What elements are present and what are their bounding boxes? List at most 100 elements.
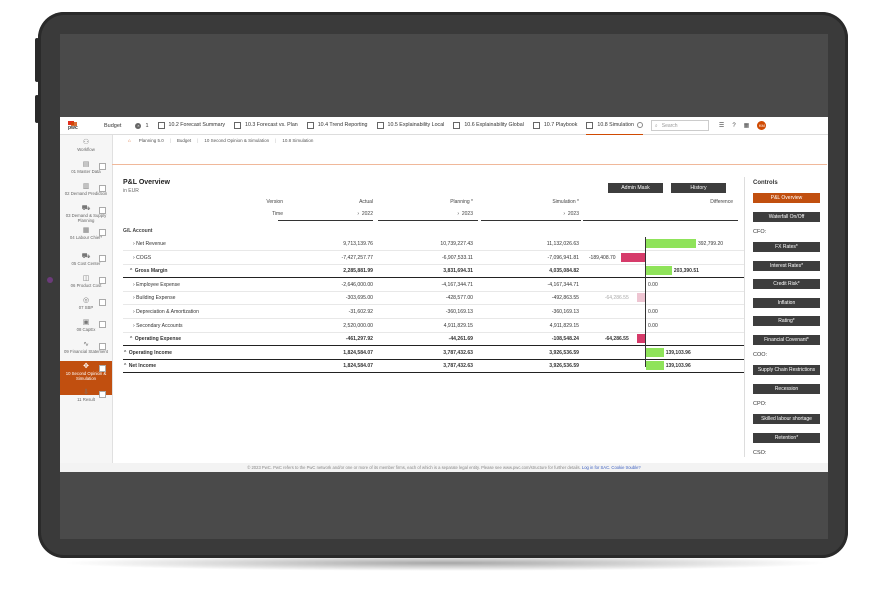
tab-checkbox[interactable] bbox=[234, 121, 242, 129]
cell-simulation: 11,132,026.63 bbox=[546, 241, 579, 247]
nav-checkbox[interactable] bbox=[99, 365, 106, 372]
tab-checkbox[interactable] bbox=[376, 121, 384, 129]
row-label[interactable]: ⌃ Net Income bbox=[123, 363, 156, 369]
nav-item-2[interactable]: ▤ 01 Master Data bbox=[60, 159, 112, 179]
row-label[interactable]: › COGS bbox=[133, 255, 151, 261]
avatar[interactable]: KM bbox=[757, 121, 767, 130]
nav-item-9[interactable]: ▣ 08 CapEx bbox=[60, 317, 112, 337]
cell-actual: 1,824,584.07 bbox=[343, 349, 373, 356]
tab-10-5-explainability-local[interactable]: 10.5 Explainability Local bbox=[376, 117, 444, 134]
col-planning-time[interactable]: › 2023 bbox=[423, 211, 473, 217]
control-button-rating-[interactable]: Rating* bbox=[753, 316, 820, 326]
row-label[interactable]: › Employee Expense bbox=[133, 282, 180, 288]
control-button-retention-[interactable]: Retention* bbox=[753, 432, 820, 443]
control-button-financial-covenant-[interactable]: Financial Covenant* bbox=[753, 334, 820, 345]
cell-actual: 1,824,584.07 bbox=[343, 363, 373, 370]
tablet-side-button bbox=[35, 95, 39, 123]
row-label[interactable]: › Building Expense bbox=[133, 295, 176, 301]
document-icon: ▣ bbox=[82, 319, 90, 326]
home-icon[interactable]: ⌂ bbox=[128, 138, 131, 143]
nav-checkbox[interactable] bbox=[99, 229, 106, 236]
difference-label: 0.00 bbox=[648, 309, 658, 315]
coin-icon: ◎ bbox=[82, 297, 90, 304]
row-label[interactable]: ⌃ Gross Margin bbox=[129, 268, 168, 274]
control-button-supply-chain-restrictions[interactable]: Supply Chain Restrictions bbox=[753, 365, 820, 375]
search-input[interactable]: ⌕ Search bbox=[650, 120, 709, 131]
row-label[interactable]: › Secondary Accounts bbox=[133, 323, 183, 329]
tab-10-2-forecast-summary[interactable]: 10.2 Forecast Summary bbox=[157, 117, 225, 134]
tab-checkbox[interactable] bbox=[306, 121, 314, 129]
control-button-waterfall-on-off[interactable]: Waterfall On/Off bbox=[753, 211, 820, 222]
control-button-skilled-labour-shortage[interactable]: Skilled labour shortage bbox=[753, 414, 820, 424]
tab-checkbox[interactable] bbox=[532, 121, 540, 129]
control-button-fx-rates-[interactable]: FX Rates* bbox=[753, 242, 820, 252]
nav-checkbox[interactable] bbox=[99, 207, 106, 214]
nav-item-4[interactable]: ⛟ 03 Demand & Supply Planning bbox=[60, 203, 112, 225]
truck-icon: ⛟ bbox=[81, 253, 91, 260]
header-row-version: Version Actual Planning * Simulation * D… bbox=[266, 199, 733, 205]
cell-actual: -7,427,257.77 bbox=[341, 254, 373, 261]
help-icon[interactable]: ? bbox=[732, 123, 735, 129]
tab-checkbox[interactable] bbox=[586, 121, 594, 129]
tablet-screen: pwc Budget × 1 10.2 Forecast Summary 10.3… bbox=[60, 34, 828, 539]
tab-10-7-playbook[interactable]: 10.7 Playbook bbox=[532, 117, 577, 134]
nav-checkbox[interactable] bbox=[99, 277, 106, 284]
control-button-interest-rates-[interactable]: Interest Rates* bbox=[753, 260, 820, 271]
row-label[interactable]: › Depreciation & Amortization bbox=[133, 309, 199, 315]
breadcrumb-item[interactable]: Budget bbox=[177, 138, 191, 143]
column-underline bbox=[583, 220, 738, 222]
tab-checkbox[interactable] bbox=[453, 121, 461, 129]
control-button-recession[interactable]: Recession bbox=[753, 383, 820, 394]
nav-checkbox[interactable] bbox=[99, 343, 106, 350]
control-button-inflation[interactable]: Inflation bbox=[753, 297, 820, 308]
pl-overview-panel: P&L Overview in EUR Admin Mask History V… bbox=[118, 177, 758, 460]
tab-10-8-simulation[interactable]: 10.8 Simulation bbox=[586, 117, 643, 135]
move-icon: ✥ bbox=[83, 363, 89, 370]
tab-10-4-trend-reporting[interactable]: 10.4 Trend Reporting bbox=[306, 117, 368, 134]
cell-simulation: 4,035,084.82 bbox=[549, 268, 579, 275]
nav-checkbox[interactable] bbox=[99, 321, 106, 328]
tab-10-3-forecast-vs-plan[interactable]: 10.3 Forecast vs. Plan bbox=[234, 117, 298, 134]
column-underline bbox=[378, 220, 478, 222]
history-button[interactable]: History bbox=[671, 183, 726, 193]
menu-icon[interactable]: ☰ bbox=[719, 122, 724, 129]
nav-checkbox[interactable] bbox=[99, 391, 106, 398]
footer: © 2023 PwC. PwC refers to the PwC networ… bbox=[60, 463, 828, 472]
nav-item-6[interactable]: ⛟ 05 Cost Center bbox=[60, 251, 112, 271]
nav-checkbox[interactable] bbox=[99, 163, 106, 170]
column-underline bbox=[278, 220, 373, 222]
nav-checkbox[interactable] bbox=[99, 299, 106, 306]
difference-label: -189,408.70 bbox=[588, 254, 616, 261]
col-actual-time[interactable]: › 2022 bbox=[323, 211, 373, 217]
control-button-credit-risk-[interactable]: Credit Risk* bbox=[753, 279, 820, 289]
nav-item-8[interactable]: ◎ 07 SBP bbox=[60, 295, 112, 315]
tab-checkbox[interactable] bbox=[157, 121, 165, 129]
grid-icon[interactable]: ▦ bbox=[744, 122, 750, 129]
row-label[interactable]: ⌃ Operating Income bbox=[123, 350, 172, 356]
control-button-p-l-overview[interactable]: P&L Overview bbox=[753, 193, 820, 203]
admin-mask-button[interactable]: Admin Mask bbox=[608, 183, 663, 193]
breadcrumb-item[interactable]: 10.8 Simulation bbox=[282, 138, 313, 143]
nav-item-10[interactable]: ∿ 09 Financial Statement bbox=[60, 339, 112, 359]
nav-item-7[interactable]: ◫ 06 Product Cost bbox=[60, 273, 112, 293]
difference-label: 0.00 bbox=[648, 281, 658, 288]
row-label[interactable]: › Net Revenue bbox=[133, 241, 166, 247]
footer-link[interactable]: Log in for SAC. Cookie trouble? bbox=[582, 465, 641, 470]
row-label[interactable]: ⌃ Operating Expense bbox=[129, 336, 181, 342]
info-icon[interactable] bbox=[636, 122, 643, 128]
nav-item-3[interactable]: ▥ 02 Demand Prediction bbox=[60, 181, 112, 201]
tab-10-6-explainability-global[interactable]: 10.6 Explainability Global bbox=[453, 117, 524, 134]
box-icon: ◫ bbox=[82, 275, 90, 282]
nav-checkbox[interactable] bbox=[99, 255, 106, 262]
nav-item-1[interactable]: ⚇ Workflow bbox=[60, 137, 112, 157]
breadcrumb-item[interactable]: Planning 5.0 bbox=[139, 138, 164, 143]
col-simulation-time[interactable]: › 2023 bbox=[529, 211, 579, 217]
nav-item-12[interactable]: ⇩ 11 Result bbox=[60, 387, 112, 407]
breadcrumb-item[interactable]: 10 Second Opinion & Simulation bbox=[204, 138, 269, 143]
nav-item-5[interactable]: ▦ 04 Labour Chief* bbox=[60, 225, 112, 247]
control-group-label: CFO: bbox=[753, 229, 767, 235]
nav-checkbox[interactable] bbox=[99, 185, 106, 192]
col-planning-header: Planning * bbox=[450, 199, 473, 205]
difference-label: -64,286.55 bbox=[604, 295, 629, 302]
close-icon[interactable]: × bbox=[135, 122, 142, 129]
